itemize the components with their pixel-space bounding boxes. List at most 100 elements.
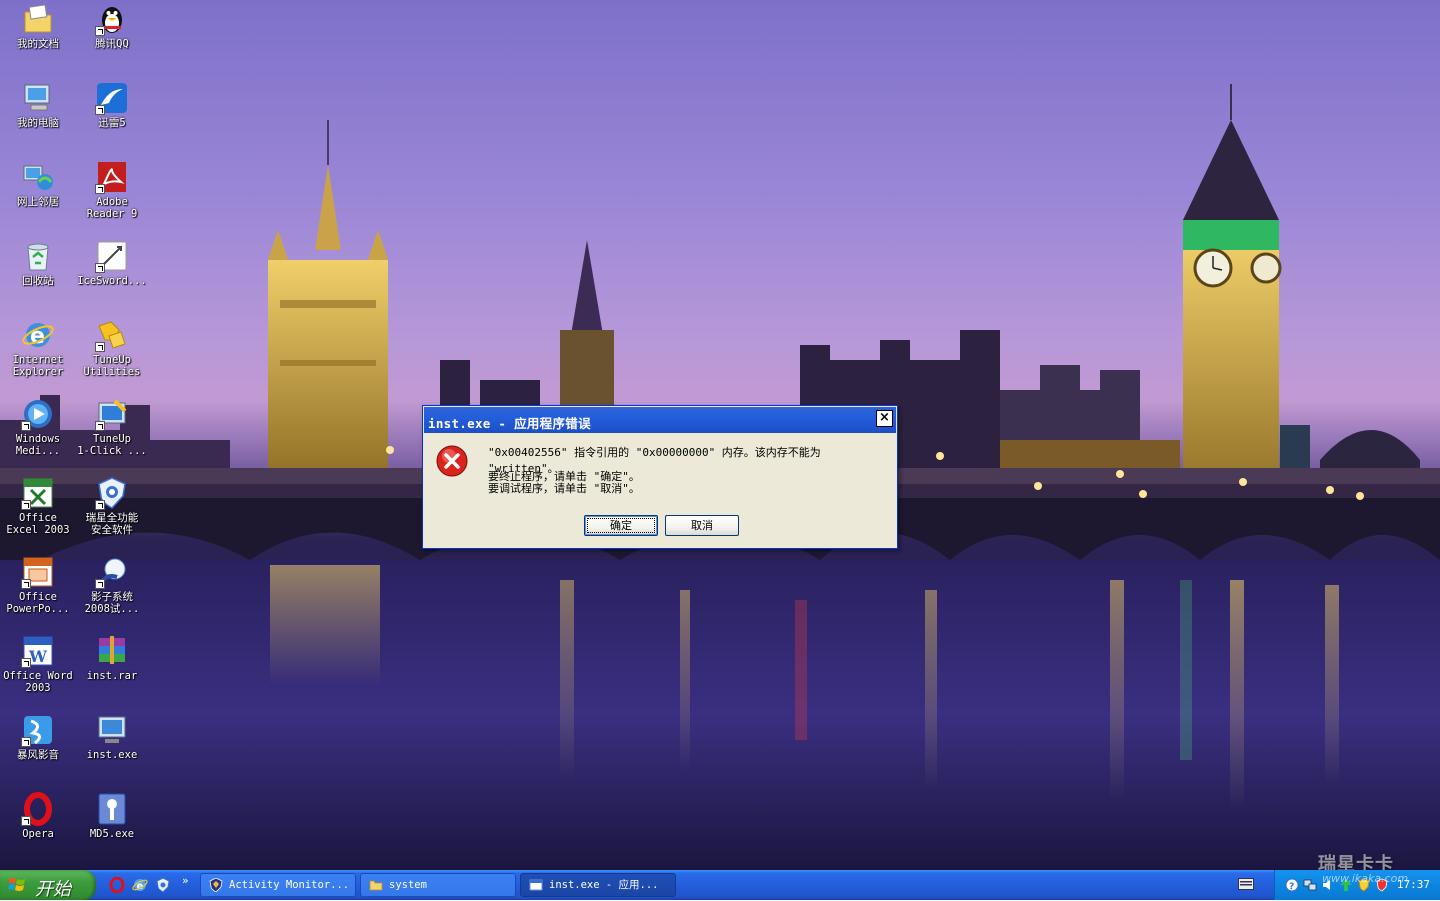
md5-exe-icon xyxy=(95,792,129,826)
mycomputer-icon xyxy=(21,81,55,115)
shortcut-arrow-icon xyxy=(21,737,31,747)
rar-file-icon xyxy=(95,634,129,668)
task-label: system xyxy=(389,879,427,891)
shortcut-arrow-icon xyxy=(95,579,105,589)
shortcut-arrow-icon xyxy=(21,816,31,826)
shortcut-arrow-icon xyxy=(95,105,105,115)
opera-icon xyxy=(21,792,55,826)
window-icon xyxy=(529,879,543,891)
desktop-shortcut[interactable]: 腾讯QQ xyxy=(74,2,150,50)
icesword-icon xyxy=(95,239,129,273)
desktop-shortcut[interactable]: MD5.exe xyxy=(74,792,150,840)
tuneup-1click-icon xyxy=(95,397,129,431)
desktop-shortcut[interactable]: 我的文档 xyxy=(0,2,76,50)
desktop-shortcut[interactable]: inst.rar xyxy=(74,634,150,682)
desktop-icon-label: Office PowerPo... xyxy=(6,591,70,615)
quicklaunch-more-chevron[interactable]: » xyxy=(182,874,189,887)
desktop-icon-label: Internet Explorer xyxy=(12,354,64,378)
dialog-titlebar[interactable]: inst.exe - 应用程序错误 × xyxy=(424,407,896,433)
baofeng-icon xyxy=(21,713,55,747)
desktop-icon-label: 回收站 xyxy=(22,275,54,287)
desktop-shortcut[interactable]: Office PowerPo... xyxy=(0,555,76,615)
desktop-icon-label: 暴风影音 xyxy=(17,749,59,761)
powerpoint-icon xyxy=(21,555,55,589)
error-dialog[interactable]: inst.exe - 应用程序错误 × "0x00402556" 指令引用的 "… xyxy=(422,405,898,549)
help-tray-icon[interactable]: ? xyxy=(1285,878,1299,892)
svg-text:?: ? xyxy=(1289,882,1294,892)
start-label: 开始 xyxy=(35,879,71,900)
network-icon xyxy=(21,160,55,194)
excel-icon xyxy=(21,476,55,510)
desktop-icon-label: Windows Medi... xyxy=(15,433,61,457)
shortcut-arrow-icon xyxy=(95,184,105,194)
shortcut-arrow-icon xyxy=(95,263,105,273)
adobe-reader-icon xyxy=(95,160,129,194)
desktop-shortcut[interactable]: TuneUp Utilities xyxy=(74,318,150,378)
desktop-icon-label: inst.rar xyxy=(86,670,138,682)
keyboard-language-icon[interactable] xyxy=(1238,878,1254,890)
internet-explorer-icon: e xyxy=(21,318,55,352)
shadow-system-icon xyxy=(95,555,129,589)
activity-monitor-icon xyxy=(209,878,223,892)
recycle-bin-icon xyxy=(21,239,55,273)
windows-logo-icon xyxy=(8,878,25,891)
taskbar[interactable]: 开始 e » Activity Monitor... system inst.e… xyxy=(0,870,1440,900)
desktop-shortcut[interactable]: Adobe Reader 9 xyxy=(74,160,150,220)
desktop-shortcut[interactable]: 暴风影音 xyxy=(0,713,76,761)
dialog-close-button[interactable]: × xyxy=(876,410,893,427)
shortcut-arrow-icon xyxy=(95,342,105,352)
shortcut-arrow-icon xyxy=(21,579,31,589)
shortcut-arrow-icon xyxy=(95,26,105,36)
desktop-shortcut[interactable]: 影子系统 2008试... xyxy=(74,555,150,615)
desktop-shortcut[interactable]: TuneUp 1-Click ... xyxy=(74,397,150,457)
watermark-url: www.ikaka.com xyxy=(1322,872,1409,885)
error-icon xyxy=(436,445,468,477)
mydocs-icon xyxy=(21,2,55,36)
desktop-shortcut[interactable]: 瑞星全功能 安全软件 xyxy=(74,476,150,536)
desktop-shortcut[interactable]: Office Excel 2003 xyxy=(0,476,76,536)
desktop-icon-label: TuneUp 1-Click ... xyxy=(77,433,147,457)
desktop-icon-label: Office Excel 2003 xyxy=(6,512,70,536)
desktop-icon-label: 影子系统 2008试... xyxy=(84,591,140,615)
desktop-shortcut[interactable]: 我的电脑 xyxy=(0,81,76,129)
rising-quicklaunch-icon[interactable] xyxy=(155,877,171,893)
task-inst-exe-error[interactable]: inst.exe - 应用... xyxy=(520,873,676,897)
desktop-shortcut[interactable]: e Internet Explorer xyxy=(0,318,76,378)
desktop-icon-label: inst.exe xyxy=(86,749,138,761)
desktop-shortcut[interactable]: Opera xyxy=(0,792,76,840)
desktop-icon-label: 我的电脑 xyxy=(17,117,59,129)
ie-quicklaunch-icon[interactable]: e xyxy=(132,877,148,893)
rising-security-icon xyxy=(95,476,129,510)
shortcut-arrow-icon xyxy=(21,658,31,668)
desktop-icon-label: 腾讯QQ xyxy=(95,38,129,50)
start-button[interactable]: 开始 xyxy=(0,870,96,900)
svg-text:W: W xyxy=(28,647,48,666)
task-label: inst.exe - 应用... xyxy=(549,879,659,891)
desktop-icon-label: 网上邻居 xyxy=(17,196,59,208)
cancel-button[interactable]: 取消 xyxy=(665,515,739,536)
desktop-shortcut[interactable]: inst.exe xyxy=(74,713,150,761)
desktop-icon-label: 瑞星全功能 安全软件 xyxy=(85,512,139,536)
dialog-title: inst.exe - 应用程序错误 xyxy=(428,416,591,431)
shortcut-arrow-icon xyxy=(95,421,105,431)
tuneup-utilities-icon xyxy=(95,318,129,352)
desktop-icon-label: 迅雷5 xyxy=(98,117,126,129)
word-icon: W xyxy=(21,634,55,668)
desktop-shortcut[interactable]: W Office Word 2003 xyxy=(0,634,76,694)
xunlei-icon xyxy=(95,81,129,115)
ok-button[interactable]: 确定 xyxy=(584,515,658,536)
desktop-shortcut[interactable]: Windows Medi... xyxy=(0,397,76,457)
network-tray-icon[interactable] xyxy=(1303,878,1317,892)
shortcut-arrow-icon xyxy=(95,500,105,510)
opera-quicklaunch-icon[interactable] xyxy=(109,877,125,893)
desktop-shortcut[interactable]: 回收站 xyxy=(0,239,76,287)
desktop-shortcut[interactable]: IceSword... xyxy=(74,239,150,287)
inst-exe-icon xyxy=(95,713,129,747)
desktop-icon-label: 我的文档 xyxy=(17,38,59,50)
desktop-shortcut[interactable]: 迅雷5 xyxy=(74,81,150,129)
task-system-folder[interactable]: system xyxy=(360,873,516,897)
desktop-shortcut[interactable]: 网上邻居 xyxy=(0,160,76,208)
task-label: Activity Monitor... xyxy=(229,879,350,891)
desktop-icon-label: MD5.exe xyxy=(89,828,135,840)
task-activity-monitor[interactable]: Activity Monitor... xyxy=(200,873,356,897)
